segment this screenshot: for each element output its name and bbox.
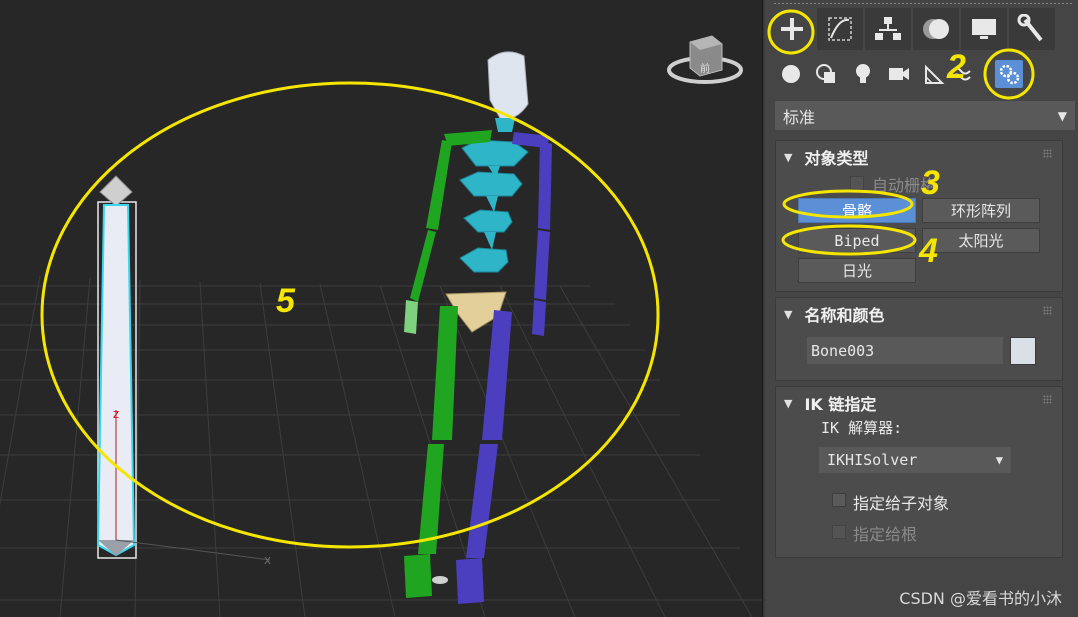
collapse-triangle-icon: ▼ — [784, 307, 793, 321]
object-color-swatch[interactable] — [1010, 337, 1036, 365]
biped-skeleton — [404, 51, 552, 604]
object-name-field[interactable]: Bone003 — [807, 337, 1003, 364]
panel-grip-dots — [773, 2, 1074, 5]
subcategory-value: 标准 — [783, 107, 816, 127]
chevron-down-icon: ▼ — [1057, 108, 1067, 123]
tab-display[interactable] — [961, 8, 1007, 50]
viewport-scene[interactable]: z x 前 — [0, 0, 762, 617]
display-monitor-icon — [972, 19, 996, 39]
rollout-grip-icon[interactable] — [1043, 395, 1052, 404]
rollout-header-object-type[interactable]: ▼ 对象类型 — [784, 145, 868, 169]
motion-icon — [923, 19, 949, 39]
category-cameras[interactable] — [885, 60, 913, 88]
tab-hierarchy[interactable] — [865, 8, 911, 50]
tab-modify[interactable] — [817, 8, 863, 50]
rollout-ik-chain: ▼ IK 链指定 IK 解算器: IKHISolver ▼ 指定给子对象 指定给… — [775, 386, 1063, 558]
lights-bulb-icon — [856, 64, 870, 83]
utilities-wrench-icon — [1017, 14, 1043, 42]
cameras-icon — [889, 68, 909, 80]
rollout-grip-icon[interactable] — [1043, 306, 1052, 315]
ik-solver-label: IK 解算器: — [821, 419, 903, 437]
assign-root-checkbox[interactable] — [832, 525, 846, 539]
perspective-viewport[interactable]: z x 前 5 — [0, 0, 762, 617]
rollout-header-name-color[interactable]: ▼ 名称和颜色 — [784, 302, 884, 326]
hierarchy-icon — [875, 17, 901, 40]
collapse-triangle-icon: ▼ — [784, 396, 793, 410]
sunlight-button[interactable]: 太阳光 — [922, 228, 1040, 253]
modify-curve-icon — [828, 17, 852, 41]
ik-solver-dropdown[interactable]: IKHISolver ▼ — [819, 447, 1011, 473]
viewcube-front-label: 前 — [700, 62, 710, 75]
rollout-grip-icon[interactable] — [1043, 149, 1052, 158]
rollout-title-object-type: 对象类型 — [804, 149, 869, 168]
tab-create[interactable] — [769, 8, 815, 50]
helpers-icon — [925, 64, 945, 84]
bones-button[interactable]: 骨骼 — [798, 198, 916, 223]
category-lights[interactable] — [849, 60, 877, 88]
watermark: CSDN @爱看书的小沐 — [899, 589, 1062, 608]
daylight-button[interactable]: 日光 — [798, 258, 916, 283]
category-shapes[interactable] — [812, 60, 840, 88]
subcategory-dropdown[interactable]: 标准 ▼ — [775, 101, 1075, 130]
autogrid-checkbox[interactable] — [850, 176, 864, 190]
annotation-number-4: 4 — [919, 232, 938, 270]
svg-text:x: x — [264, 553, 271, 567]
rollout-title-name-color: 名称和颜色 — [804, 306, 885, 325]
systems-gears-icon — [999, 64, 1020, 85]
assign-children-checkbox[interactable] — [832, 493, 846, 507]
assign-children-label: 指定给子对象 — [853, 494, 950, 513]
chevron-down-icon: ▼ — [995, 453, 1003, 467]
rollout-title-ik-chain: IK 链指定 — [804, 395, 877, 414]
svg-text:z: z — [113, 407, 119, 421]
assign-root-label: 指定给根 — [853, 525, 918, 544]
category-helpers[interactable] — [921, 60, 949, 88]
category-geometry[interactable] — [777, 60, 805, 88]
shapes-icon — [816, 64, 835, 83]
collapse-triangle-icon: ▼ — [784, 150, 793, 164]
annotation-ellipse-5 — [40, 81, 660, 549]
biped-button[interactable]: Biped — [798, 228, 916, 253]
rollout-name-color: ▼ 名称和颜色 Bone003 — [775, 297, 1063, 381]
ik-solver-value: IKHISolver — [827, 451, 918, 469]
create-plus-icon — [781, 18, 803, 40]
annotation-number-5: 5 — [276, 282, 295, 320]
tab-utilities[interactable] — [1009, 8, 1055, 50]
category-systems[interactable] — [995, 60, 1023, 88]
tab-motion[interactable] — [913, 8, 959, 50]
annotation-number-2: 2 — [947, 48, 966, 86]
annotation-number-3: 3 — [921, 164, 940, 202]
viewcube: 前 — [667, 35, 743, 84]
rollout-header-ik-chain[interactable]: ▼ IK 链指定 — [784, 391, 876, 415]
geometry-sphere-icon — [782, 65, 800, 83]
command-panel: 标准 ▼ ▼ 对象类型 自动栅格 骨骼 环形阵列 Biped 太阳光 日光 ▼ … — [765, 0, 1078, 617]
bone-object: z x — [96, 175, 271, 567]
